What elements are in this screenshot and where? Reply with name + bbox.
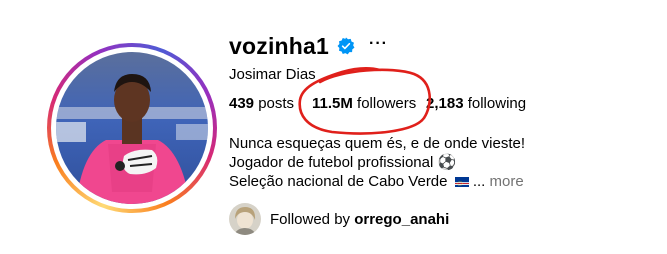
bio-more-link[interactable]: more (490, 173, 524, 190)
posts-count: 439 (229, 95, 255, 112)
followed-by-prefix: Followed by (270, 210, 351, 228)
cape-verde-flag-icon (454, 177, 469, 187)
verified-badge-icon (337, 37, 355, 55)
bio-line-3: Seleção nacional de Cabo Verde ... more (229, 172, 525, 191)
followed-by-username[interactable]: orrego_anahi (354, 211, 449, 228)
followers-label: followers (357, 95, 417, 112)
followers-stat[interactable]: 11.5M followers (312, 95, 416, 112)
posts-stat: 439 posts (229, 95, 294, 112)
follower-avatar (229, 203, 261, 235)
full-name: Josimar Dias (229, 66, 316, 83)
avatar-gap (51, 47, 213, 209)
bio-line-2: Jogador de futebol profissional ⚽ (229, 154, 457, 171)
more-options-icon[interactable]: ··· (369, 36, 388, 52)
following-label: following (467, 95, 527, 112)
bio-ellipsis: ... (472, 173, 486, 190)
posts-label: posts (258, 95, 295, 112)
bio-line-1: Nunca esqueças quem és, e de onde vieste… (229, 135, 526, 152)
bio: Nunca esqueças quem és, e de onde vieste… (229, 134, 525, 191)
followers-count: 11.5M (312, 95, 353, 112)
followed-by-text: Followed by orrego_anahi (270, 211, 449, 228)
bio-line-3-text: Seleção nacional de Cabo Verde (229, 173, 448, 190)
username-row: vozinha1 ··· (229, 30, 388, 62)
profile-avatar-story-ring[interactable] (47, 43, 217, 213)
followed-by-row[interactable]: Followed by orrego_anahi (229, 203, 449, 235)
username: vozinha1 (229, 32, 330, 59)
following-stat[interactable]: 2,183 following (426, 95, 526, 112)
avatar[interactable] (56, 52, 208, 204)
following-count: 2,183 (426, 95, 464, 112)
